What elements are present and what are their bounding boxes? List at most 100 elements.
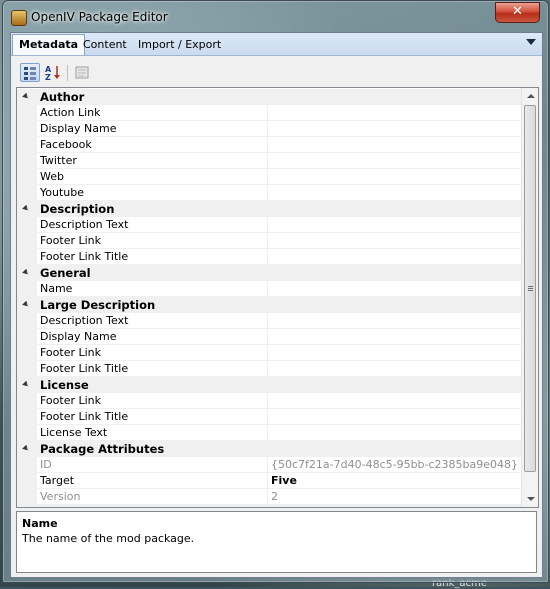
grid-category-row[interactable]: Large Description: [17, 297, 521, 313]
window-title: OpenIV Package Editor: [31, 10, 168, 24]
app-icon: [11, 10, 27, 26]
property-value[interactable]: [267, 217, 521, 233]
grid-property-row[interactable]: Facebook: [17, 137, 521, 153]
property-value[interactable]: [267, 329, 521, 345]
grid-property-row[interactable]: Display Name: [17, 121, 521, 137]
collapse-triangle-icon[interactable]: [22, 92, 30, 101]
sort-az-icon[interactable]: A Z: [43, 63, 63, 82]
property-name[interactable]: Footer Link Title: [37, 409, 267, 425]
grid-property-row[interactable]: License Text: [17, 425, 521, 441]
property-name[interactable]: Footer Link: [37, 393, 267, 409]
tab-import-export[interactable]: Import / Export: [132, 36, 227, 54]
property-name[interactable]: Display Name: [37, 121, 267, 137]
property-value[interactable]: [267, 361, 521, 377]
grid-category-row[interactable]: Author: [17, 89, 521, 105]
property-name[interactable]: Twitter: [37, 153, 267, 169]
grid-category-row[interactable]: Vendor: [17, 505, 521, 507]
property-name[interactable]: Version: [37, 489, 267, 505]
property-name[interactable]: Description Text: [37, 217, 267, 233]
description-title: Name: [22, 517, 58, 530]
property-name[interactable]: Facebook: [37, 137, 267, 153]
property-name[interactable]: Name: [37, 281, 267, 297]
property-name[interactable]: License Text: [37, 425, 267, 441]
row-gutter: [17, 121, 37, 137]
grid-property-row[interactable]: ID {50c7f21a-7d40-48c5-95bb-c2385ba9e048}: [17, 457, 521, 473]
vertical-scrollbar[interactable]: [521, 88, 538, 507]
tab-content[interactable]: Content: [77, 36, 133, 54]
property-value[interactable]: [267, 313, 521, 329]
grid-property-row[interactable]: Footer Link Title: [17, 409, 521, 425]
collapse-triangle-icon[interactable]: [22, 380, 30, 389]
grid-property-row[interactable]: Version 2: [17, 489, 521, 505]
property-name[interactable]: Web: [37, 169, 267, 185]
property-name[interactable]: Footer Link: [37, 233, 267, 249]
title-bar[interactable]: OpenIV Package Editor ✕: [3, 1, 548, 31]
property-value[interactable]: [267, 233, 521, 249]
grid-category-row[interactable]: License: [17, 377, 521, 393]
grid-property-row[interactable]: Web: [17, 169, 521, 185]
collapse-triangle-icon[interactable]: [22, 204, 30, 213]
scrollbar-thumb[interactable]: [524, 105, 536, 472]
grid-property-row[interactable]: Target Five: [17, 473, 521, 489]
grid-property-row[interactable]: Twitter: [17, 153, 521, 169]
property-value[interactable]: [267, 409, 521, 425]
property-value[interactable]: 2: [267, 489, 521, 505]
property-name[interactable]: Description Text: [37, 313, 267, 329]
tab-metadata[interactable]: Metadata: [12, 34, 86, 55]
property-value[interactable]: {50c7f21a-7d40-48c5-95bb-c2385ba9e048}: [267, 457, 521, 473]
scroll-up-icon[interactable]: [527, 94, 535, 98]
property-value[interactable]: Five: [267, 473, 521, 489]
property-name[interactable]: Target: [37, 473, 267, 489]
row-gutter: [17, 409, 37, 425]
grid-property-row[interactable]: Footer Link Title: [17, 249, 521, 265]
property-name[interactable]: Footer Link: [37, 345, 267, 361]
category-label: Author: [40, 90, 85, 104]
scroll-down-icon[interactable]: [527, 497, 535, 501]
grid-property-row[interactable]: Description Text: [17, 217, 521, 233]
grid-property-row[interactable]: Footer Link Title: [17, 361, 521, 377]
grid-property-row[interactable]: Footer Link: [17, 233, 521, 249]
property-value[interactable]: [267, 105, 521, 121]
property-value[interactable]: [267, 249, 521, 265]
property-value[interactable]: [267, 345, 521, 361]
grid-property-row[interactable]: Name: [17, 281, 521, 297]
category-label: Description: [40, 202, 115, 216]
close-button[interactable]: ✕: [495, 2, 540, 23]
property-pages-icon[interactable]: [72, 63, 92, 82]
property-name[interactable]: Youtube: [37, 185, 267, 201]
row-gutter: [17, 233, 37, 249]
categorized-view-icon[interactable]: [20, 63, 40, 82]
property-value[interactable]: [267, 425, 521, 441]
property-name[interactable]: Footer Link Title: [37, 249, 267, 265]
client-area: Metadata Content Import / Export A Z Aut…: [10, 32, 543, 578]
grid-category-row[interactable]: Package Attributes: [17, 441, 521, 457]
property-name[interactable]: Footer Link Title: [37, 361, 267, 377]
property-name[interactable]: ID: [37, 457, 267, 473]
grid-property-row[interactable]: Action Link: [17, 105, 521, 121]
property-value[interactable]: [267, 185, 521, 201]
property-value[interactable]: [267, 153, 521, 169]
property-value[interactable]: [267, 393, 521, 409]
property-value[interactable]: [267, 281, 521, 297]
grid-property-row[interactable]: Footer Link: [17, 393, 521, 409]
property-value[interactable]: [267, 169, 521, 185]
tab-list-dropdown-icon[interactable]: [526, 39, 536, 45]
collapse-triangle-icon[interactable]: [22, 444, 30, 453]
collapse-triangle-icon[interactable]: [22, 300, 30, 309]
collapse-triangle-icon[interactable]: [22, 268, 30, 277]
grid-category-row[interactable]: General: [17, 265, 521, 281]
row-gutter: [17, 361, 37, 377]
row-gutter: [17, 153, 37, 169]
grid-property-row[interactable]: Description Text: [17, 313, 521, 329]
row-gutter: [17, 329, 37, 345]
grid-category-row[interactable]: Description: [17, 201, 521, 217]
grid-property-row[interactable]: Youtube: [17, 185, 521, 201]
property-value[interactable]: [267, 137, 521, 153]
row-gutter: [17, 425, 37, 441]
property-value[interactable]: [267, 121, 521, 137]
property-name[interactable]: Action Link: [37, 105, 267, 121]
property-name[interactable]: Display Name: [37, 329, 267, 345]
row-gutter: [17, 281, 37, 297]
grid-property-row[interactable]: Display Name: [17, 329, 521, 345]
grid-property-row[interactable]: Footer Link: [17, 345, 521, 361]
